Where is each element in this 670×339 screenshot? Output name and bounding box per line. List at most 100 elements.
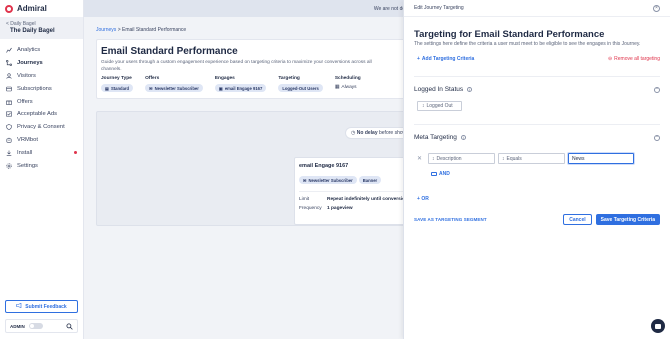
chat-bubble-glyph: [655, 323, 661, 329]
submit-feedback-button[interactable]: Submit Feedback: [5, 300, 78, 313]
engage-offer-chip: ✉ Newsletter Subscriber: [299, 176, 357, 184]
info-icon[interactable]: i: [467, 87, 473, 92]
journey-type-icon: ▤: [105, 85, 109, 91]
subscriptions-icon: [6, 86, 12, 92]
sidebar-item-analytics[interactable]: Analytics: [0, 44, 83, 57]
chat-icon[interactable]: [651, 319, 665, 333]
logged-in-section-header: Logged In Status i −: [414, 86, 660, 93]
sidebar-item-install[interactable]: Install: [0, 146, 83, 159]
add-targeting-criteria-button[interactable]: + Add Targeting Criteria: [417, 56, 474, 62]
engage-chip[interactable]: ▣ email Engage 9167: [214, 84, 267, 92]
meta-operator-select[interactable]: ↕ Equals: [498, 153, 565, 164]
sort-icon: ↕: [432, 155, 435, 162]
sidebar-item-privacy[interactable]: Privacy & Consent: [0, 121, 83, 134]
sidebar-item-label: Offers: [17, 98, 33, 105]
sidebar-item-label: Subscriptions: [17, 85, 52, 92]
site-name: The Daily Bagel: [10, 28, 55, 34]
journey-title: Email Standard Performance: [101, 46, 238, 57]
save-as-segment-button[interactable]: SAVE AS TARGETING SEGMENT: [414, 217, 487, 222]
frequency-label: Frequency: [299, 206, 322, 211]
journey-icon: [6, 60, 12, 67]
sidebar-item-vrmbot[interactable]: VRMbot: [0, 134, 83, 147]
limit-value: Repeat indefinitely until conversion.: [327, 197, 410, 202]
add-and-button[interactable]: AND: [431, 171, 450, 177]
cancel-button[interactable]: Cancel: [563, 214, 592, 225]
sidebar-item-label: Settings: [17, 162, 38, 169]
sidebar-item-settings[interactable]: Settings: [0, 159, 83, 172]
engages-header: Engages: [214, 76, 235, 81]
offers-icon: [6, 99, 12, 105]
offers-column: Offers ✉ Newsletter Subscriber: [145, 76, 203, 92]
and-icon: [431, 172, 437, 176]
install-icon: [6, 150, 12, 156]
sidebar-item-journeys[interactable]: Journeys: [0, 57, 83, 70]
clock-icon: ◷: [351, 130, 356, 136]
breadcrumb: Journeys > Email Standard Performance: [96, 27, 186, 33]
breadcrumb-separator: >: [117, 27, 121, 33]
sidebar-item-label: VRMbot: [17, 136, 38, 143]
meta-field-value: Description: [436, 155, 462, 162]
close-icon[interactable]: ×: [653, 4, 660, 12]
sidebar-item-visitors[interactable]: Visitors: [0, 70, 83, 83]
info-icon[interactable]: i: [460, 135, 466, 140]
remove-row-icon[interactable]: ✕: [417, 155, 425, 162]
brand-name: Admiral: [17, 4, 47, 13]
targeting-chip[interactable]: Logged-Out Users: [278, 84, 323, 92]
visitors-icon: [6, 73, 12, 79]
engage-icon: ▣: [218, 85, 223, 91]
meta-operator-value: Equals: [506, 155, 522, 162]
remove-section-icon[interactable]: −: [654, 86, 660, 93]
sidebar-item-subscriptions[interactable]: Subscriptions: [0, 82, 83, 95]
targeting-value: Logged-Out Users: [282, 85, 319, 91]
journey-type-chip[interactable]: ▤ Standard: [101, 84, 134, 92]
megaphone-icon: [16, 302, 22, 310]
admin-toggle[interactable]: [28, 323, 43, 329]
breadcrumb-journeys-link[interactable]: Journeys: [96, 27, 116, 33]
search-icon[interactable]: [66, 323, 73, 330]
sidebar-item-label: Install: [17, 149, 33, 156]
journey-type-column: Journey Type ▤ Standard: [101, 76, 134, 92]
sidebar-item-offers[interactable]: Offers: [0, 95, 83, 108]
meta-field-select[interactable]: ↕ Description: [428, 153, 495, 164]
add-criteria-label: Add Targeting Criteria: [421, 56, 475, 62]
meta-criteria-row: ✕ ↕ Description ↕ Equals News: [417, 153, 634, 164]
remove-all-label: Remove all targeting: [614, 56, 660, 62]
plus-icon: +: [417, 196, 420, 202]
offer-chip[interactable]: ✉ Newsletter Subscriber: [145, 84, 203, 92]
remove-all-targeting-button[interactable]: ⊖ Remove all targeting: [608, 56, 660, 62]
logged-in-status-select[interactable]: ↕ Logged Out: [417, 101, 462, 111]
mail-icon: ✉: [303, 177, 307, 183]
panel-header-label: Edit Journey Targeting: [414, 5, 464, 11]
frequency-value: 1 pageview: [327, 206, 353, 211]
sidebar-item-label: Privacy & Consent: [17, 124, 65, 131]
targeting-header: Targeting: [278, 76, 300, 81]
calendar-icon: ▦: [334, 85, 340, 90]
section-divider: [414, 76, 660, 77]
brand[interactable]: Admiral: [0, 0, 83, 17]
journey-description: Guide your users through a custom engage…: [101, 60, 372, 72]
acceptable-ads-icon: [6, 111, 12, 117]
meta-value-input[interactable]: News: [568, 153, 634, 164]
submit-feedback-label: Submit Feedback: [25, 303, 67, 310]
or-label: OR: [421, 196, 429, 202]
save-targeting-button[interactable]: Save Targeting Criteria: [595, 214, 660, 225]
remove-circle-icon: ⊖: [607, 56, 613, 62]
sidebar-item-acceptable-ads[interactable]: Acceptable Ads: [0, 108, 83, 121]
sort-icon: ↕: [502, 155, 505, 162]
remove-section-icon[interactable]: −: [654, 134, 660, 141]
journey-meta-columns: Journey Type ▤ Standard Offers ✉ Newslette…: [101, 76, 421, 92]
meta-heading: Meta Targeting: [414, 134, 457, 141]
sidebar-item-label: Journeys: [17, 60, 43, 67]
install-alert-dot: [74, 151, 77, 155]
meta-section-header: Meta Targeting i −: [414, 134, 660, 141]
site-switcher[interactable]: < Daily Bagel The Daily Bagel: [0, 17, 83, 39]
scheduling-column: Scheduling ▦ Always: [335, 76, 361, 92]
gear-icon: [6, 162, 12, 169]
site-back-link[interactable]: < Daily Bagel: [6, 21, 77, 27]
sidebar-item-label: Acceptable Ads: [17, 111, 57, 118]
sidebar: Admiral < Daily Bagel The Daily Bagel An…: [0, 0, 84, 339]
journey-type-header: Journey Type: [101, 76, 132, 81]
section-divider: [414, 124, 660, 125]
add-or-button[interactable]: + OR: [417, 196, 429, 202]
shield-icon: [6, 124, 12, 131]
